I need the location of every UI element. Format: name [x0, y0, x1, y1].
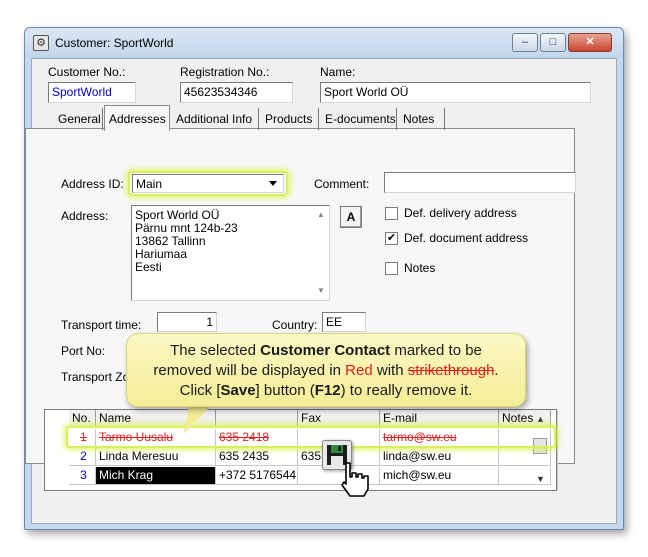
- callout-text: Click [: [179, 382, 221, 399]
- contacts-grid: No. Name Fax E-mail Notes 1 Tarmo Uusalu…: [44, 409, 558, 491]
- callout-strike-text: strikethrough: [407, 362, 495, 379]
- row-2-name[interactable]: Linda Meresuu: [96, 448, 216, 466]
- tab-e-documents[interactable]: E-documents: [321, 108, 397, 130]
- grid-scrollbar-track: [557, 410, 558, 490]
- row-2-email[interactable]: linda@sw.eu: [380, 448, 499, 466]
- def-delivery-checkbox[interactable]: [385, 207, 398, 220]
- callout-bold-text: Customer Contact: [260, 342, 391, 359]
- row-3-email[interactable]: mich@sw.eu: [380, 467, 499, 485]
- comment-field[interactable]: [384, 172, 576, 193]
- notes-checkbox[interactable]: [385, 262, 398, 275]
- scroll-down-icon[interactable]: ▼: [317, 286, 325, 295]
- row-2-phone[interactable]: 635 2435: [216, 448, 298, 466]
- callout-text: removed will be displayed in: [153, 362, 346, 379]
- address-id-value: Main: [136, 177, 163, 191]
- callout-red-text: Red: [345, 362, 373, 379]
- callout-text: ) to really remove it.: [340, 382, 473, 399]
- port-no-label: Port No:: [61, 344, 106, 358]
- callout-text: marked to be: [390, 342, 482, 359]
- minimize-button[interactable]: –: [512, 33, 538, 52]
- transport-zone-label: Transport Zo: [61, 370, 130, 384]
- name-field[interactable]: Sport World OÜ: [320, 82, 591, 103]
- close-button[interactable]: ✕: [568, 33, 612, 52]
- maximize-button[interactable]: □: [540, 33, 566, 52]
- chevron-down-icon[interactable]: [269, 181, 277, 186]
- deleted-row-highlight: [66, 426, 556, 448]
- instruction-callout: The selected Customer Contact marked to …: [126, 333, 526, 407]
- callout-text: with: [372, 362, 408, 379]
- row-3-phone[interactable]: +372 5176544: [216, 467, 298, 485]
- customer-no-field[interactable]: SportWorld: [48, 82, 136, 103]
- address-format-button[interactable]: A: [340, 206, 362, 228]
- registration-no-label: Registration No.:: [180, 65, 270, 79]
- def-document-label: Def. document address: [404, 231, 529, 245]
- callout-bold-text: F12: [314, 382, 341, 399]
- comment-label: Comment:: [314, 177, 370, 191]
- address-label: Address:: [61, 209, 109, 223]
- tab-general[interactable]: General: [54, 108, 103, 130]
- address-line: Eesti: [135, 260, 162, 274]
- title-bar[interactable]: ⚙ Customer: SportWorld – □ ✕: [25, 28, 623, 58]
- window-title: Customer: SportWorld: [55, 36, 174, 50]
- tab-additional-info[interactable]: Additional Info: [172, 108, 259, 130]
- address-id-label: Address ID:: [61, 177, 124, 191]
- def-delivery-label: Def. delivery address: [404, 206, 517, 220]
- callout-line-3: Click [Save] button (F12) to really remo…: [127, 381, 525, 401]
- notes-checkbox-label: Notes: [404, 261, 436, 275]
- callout-line-1: The selected Customer Contact marked to …: [127, 341, 525, 361]
- customer-no-label: Customer No.:: [48, 65, 126, 79]
- country-label: Country:: [272, 318, 318, 332]
- hand-cursor-icon: [336, 459, 376, 499]
- transport-time-field[interactable]: 1: [157, 312, 217, 332]
- callout-text: The selected: [170, 342, 261, 359]
- name-label: Name:: [320, 65, 356, 79]
- scroll-up-icon[interactable]: ▲: [317, 210, 325, 219]
- callout-line-2: removed will be displayed in Red with st…: [127, 361, 525, 381]
- grid-scroll-down-icon[interactable]: ▼: [536, 474, 545, 484]
- address-id-dropdown[interactable]: Main: [132, 174, 284, 193]
- callout-text: .: [494, 362, 499, 379]
- transport-time-label: Transport time:: [61, 318, 142, 332]
- tab-products[interactable]: Products: [261, 108, 319, 130]
- callout-bold-text: Save: [220, 382, 256, 399]
- callout-text: ] button (: [255, 382, 315, 399]
- address-textarea[interactable]: Sport World OÜ Pärnu mnt 124b-23 13862 T…: [131, 205, 330, 301]
- row-3-name[interactable]: Mich Krag: [96, 467, 216, 485]
- tab-notes[interactable]: Notes: [399, 108, 445, 130]
- grid-scroll-up-icon[interactable]: ▲: [536, 414, 545, 424]
- row-2-no[interactable]: 2: [69, 448, 96, 466]
- row-3-no[interactable]: 3: [69, 467, 96, 485]
- country-field[interactable]: EE: [322, 312, 366, 332]
- def-document-checkbox[interactable]: ✔: [385, 232, 398, 245]
- app-icon: ⚙: [33, 35, 49, 51]
- registration-no-field[interactable]: 45623534346: [180, 82, 293, 103]
- tab-addresses[interactable]: Addresses: [104, 105, 170, 131]
